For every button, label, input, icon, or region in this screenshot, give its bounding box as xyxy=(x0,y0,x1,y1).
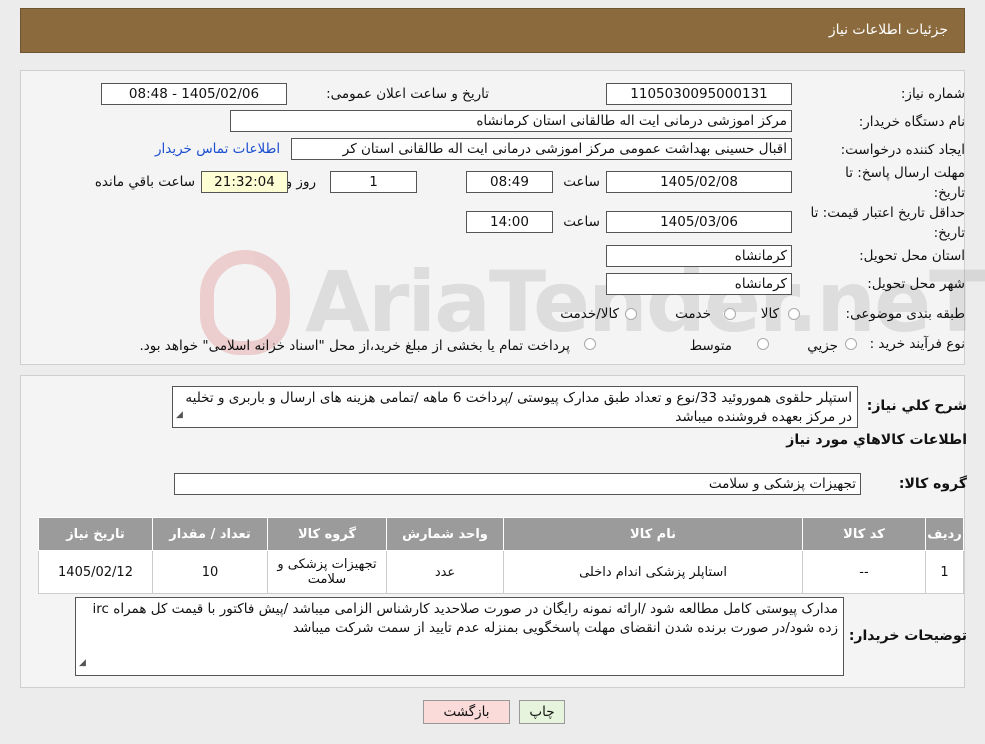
process-option-partial: جزیي xyxy=(807,338,838,354)
goods-table-header-row: رديف کد کالا نام کالا واحد شمارش گروه کا… xyxy=(38,517,964,551)
need-number-field: 1105030095000131 xyxy=(606,83,792,105)
goods-group-label: گروه کالا: xyxy=(898,476,967,492)
need-number-label: شماره نیاز: xyxy=(900,86,965,102)
category-radio-goods-service[interactable] xyxy=(625,308,637,320)
col-item-code: کد کالا xyxy=(802,517,926,551)
process-radio-medium[interactable] xyxy=(757,338,769,350)
time-remaining-field: 21:32:04 xyxy=(201,171,288,193)
table-row: 1 -- استاپلر پزشکی اندام داخلی عدد تجهیز… xyxy=(38,550,964,594)
cell-unit: عدد xyxy=(386,550,504,594)
province-label: استان محل تحویل: xyxy=(859,248,965,264)
creator-label: ایجاد کننده درخواست: xyxy=(840,142,965,158)
deadline-time-field: 08:49 xyxy=(466,171,553,193)
resize-grip-icon: ◢ xyxy=(176,410,183,420)
days-remaining-field: 1 xyxy=(330,171,417,193)
resize-grip-icon: ◢ xyxy=(79,658,86,668)
category-option-service: خدمت xyxy=(675,306,711,322)
validity-time-field: 14:00 xyxy=(466,211,553,233)
category-label: طبقه بندی موضوعی: xyxy=(845,306,965,322)
process-type-label: نوع فرآیند خرید : xyxy=(869,336,965,352)
page-title: جزئیات اطلاعات نیاز xyxy=(828,22,948,38)
process-note: پرداخت تمام یا بخشی از مبلغ خرید،از محل … xyxy=(139,338,570,354)
process-radio-treasury[interactable] xyxy=(584,338,596,350)
validity-date-field: 1405/03/06 xyxy=(606,211,792,233)
general-description-text: استپلر حلقوی هموروئید 33/نوع و تعداد طبق… xyxy=(185,390,852,425)
cell-row-number: 1 xyxy=(925,550,964,594)
deadline-time-label: ساعت xyxy=(563,174,600,190)
goods-table: رديف کد کالا نام کالا واحد شمارش گروه کا… xyxy=(38,517,964,594)
col-goods-group: گروه کالا xyxy=(267,517,387,551)
creator-field: اقبال حسینی بهداشت عمومی مرکز اموزشی درم… xyxy=(291,138,792,160)
buyer-org-field: مرکز اموزشی درمانی ایت اله طالقانی استان… xyxy=(230,110,792,132)
deadline-date-field: 1405/02/08 xyxy=(606,171,792,193)
col-need-date: تاريخ نياز xyxy=(38,517,153,551)
col-unit: واحد شمارش xyxy=(386,517,504,551)
cell-need-date: 1405/02/12 xyxy=(38,550,153,594)
buyer-contact-link[interactable]: اطلاعات تماس خریدار xyxy=(155,141,280,157)
col-quantity: تعداد / مقدار xyxy=(152,517,268,551)
cell-item-code: -- xyxy=(802,550,926,594)
goods-group-field: تجهیزات پزشکی و سلامت xyxy=(174,473,861,495)
buyer-notes-label: توضیحات خریدار: xyxy=(848,628,967,644)
goods-info-title: اطلاعات کالاهاي مورد نياز xyxy=(786,432,967,448)
general-description-label: شرح کلي نياز: xyxy=(866,398,967,414)
announce-datetime-field: 1405/02/06 - 08:48 xyxy=(101,83,287,105)
cell-goods-group: تجهیزات پزشکی و سلامت xyxy=(267,550,387,594)
deadline-label: مهلت ارسال پاسخ: تا تاریخ: xyxy=(845,165,965,201)
col-row-number: رديف xyxy=(925,517,964,551)
validity-time-label: ساعت xyxy=(563,214,600,230)
process-option-medium: متوسط xyxy=(689,338,732,354)
price-validity-label: حداقل تاریخ اعتبار قیمت: تا تاریخ: xyxy=(810,205,965,241)
city-label: شهر محل تحویل: xyxy=(867,276,965,292)
city-field: کرمانشاه xyxy=(606,273,792,295)
buyer-notes-textarea[interactable]: مدارک پیوستی کامل مطالعه شود /ارائه نمون… xyxy=(75,597,844,676)
category-radio-goods[interactable] xyxy=(788,308,800,320)
days-label: روز و xyxy=(285,174,316,190)
category-option-goods-service: کالا/خدمت xyxy=(560,306,619,322)
col-item-name: نام کالا xyxy=(503,517,803,551)
time-remaining-label: ساعت باقي مانده xyxy=(94,174,195,190)
print-button[interactable]: چاپ xyxy=(519,700,565,724)
buyer-org-label: نام دستگاه خریدار: xyxy=(858,114,965,130)
province-field: کرمانشاه xyxy=(606,245,792,267)
general-description-textarea[interactable]: استپلر حلقوی هموروئید 33/نوع و تعداد طبق… xyxy=(172,386,858,428)
cell-item-name: استاپلر پزشکی اندام داخلی xyxy=(503,550,803,594)
back-button[interactable]: بازگشت xyxy=(423,700,510,724)
page-header: جزئیات اطلاعات نیاز xyxy=(20,8,965,53)
buyer-notes-text: مدارک پیوستی کامل مطالعه شود /ارائه نمون… xyxy=(92,601,838,636)
cell-quantity: 10 xyxy=(152,550,268,594)
process-radio-partial[interactable] xyxy=(845,338,857,350)
category-option-goods: کالا xyxy=(760,306,779,322)
category-radio-service[interactable] xyxy=(724,308,736,320)
announce-label: تاریخ و ساعت اعلان عمومی: xyxy=(326,86,489,102)
